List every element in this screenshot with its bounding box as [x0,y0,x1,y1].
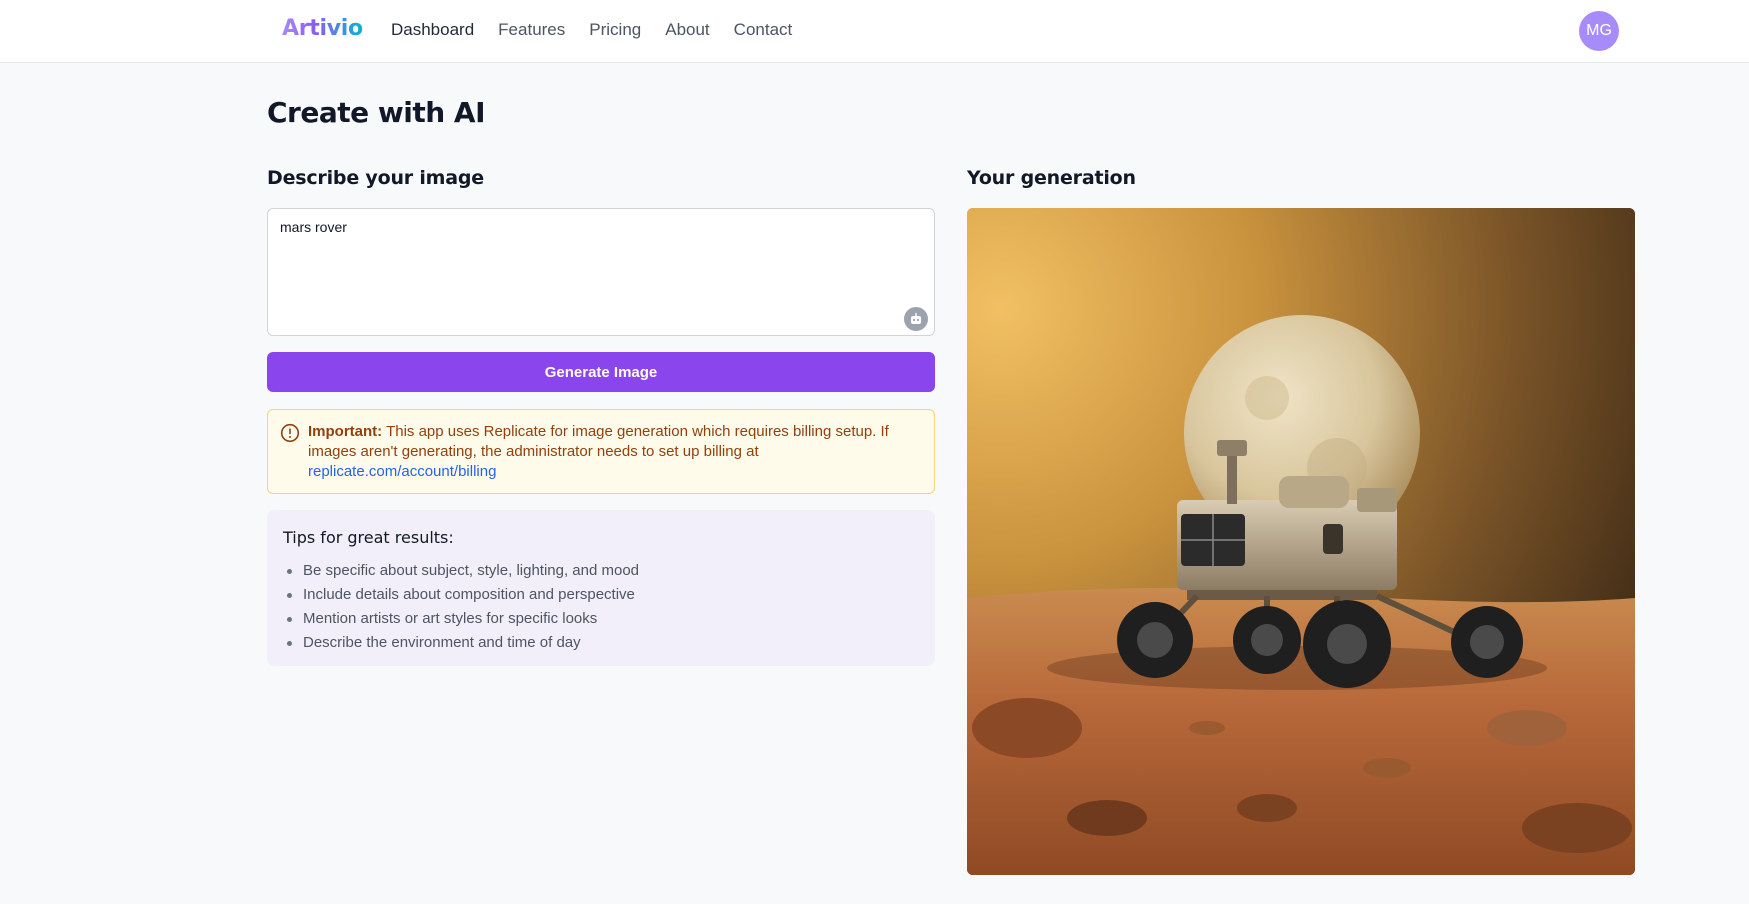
bot-icon[interactable] [904,307,928,331]
tips-list: Be specific about subject, style, lighti… [287,559,639,655]
alert-circle-icon [280,423,300,443]
billing-warning: Important: This app uses Replicate for i… [267,409,935,494]
warning-label: Important: [308,423,383,440]
generated-image[interactable] [967,208,1635,875]
tip-item: Be specific about subject, style, lighti… [287,559,639,583]
describe-heading: Describe your image [267,167,484,189]
nav-features[interactable]: Features [498,20,565,40]
brand-logo[interactable]: Artivio [282,16,363,41]
warning-body: This app uses Replicate for image genera… [308,423,889,460]
main-nav: Dashboard Features Pricing About Contact [391,20,816,40]
generation-heading: Your generation [967,167,1136,189]
nav-pricing[interactable]: Pricing [589,20,641,40]
nav-dashboard[interactable]: Dashboard [391,20,474,40]
tip-item: Include details about composition and pe… [287,583,639,607]
page-title: Create with AI [267,96,485,129]
billing-link[interactable]: replicate.com/account/billing [308,463,496,480]
generate-image-button[interactable]: Generate Image [267,352,935,392]
tip-item: Mention artists or art styles for specif… [287,607,639,631]
tips-title: Tips for great results: [283,528,454,547]
user-avatar[interactable]: MG [1579,11,1619,51]
prompt-input[interactable]: mars rover [280,219,880,319]
nav-contact[interactable]: Contact [734,20,793,40]
tips-panel: Tips for great results: Be specific abou… [267,510,935,666]
tip-item: Describe the environment and time of day [287,631,639,655]
prompt-box: mars rover [267,208,935,336]
nav-about[interactable]: About [665,20,709,40]
top-navbar: Artivio Dashboard Features Pricing About… [0,0,1749,63]
warning-message: Important: This app uses Replicate for i… [308,422,908,482]
